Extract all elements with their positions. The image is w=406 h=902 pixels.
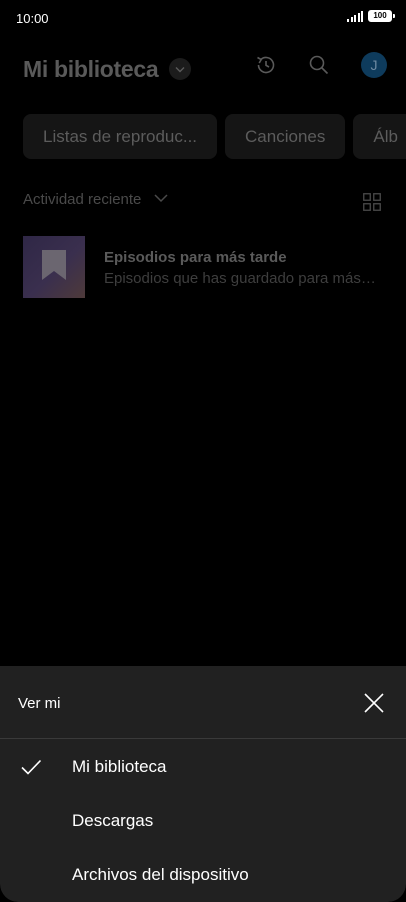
option-mi-biblioteca[interactable]: Mi biblioteca <box>0 740 406 794</box>
sort-dropdown[interactable]: Actividad reciente <box>23 190 169 208</box>
option-descargas[interactable]: Descargas <box>0 794 406 848</box>
battery-icon: 100 <box>368 10 395 22</box>
grid-view-icon[interactable] <box>363 193 381 211</box>
search-icon[interactable] <box>307 53 331 77</box>
status-icons: 100 <box>347 10 395 22</box>
option-archivos-dispositivo[interactable]: Archivos del dispositivo <box>0 848 406 902</box>
screen: 10:00 100 Mi biblioteca J Listas de repr… <box>0 0 406 902</box>
status-bar: 10:00 100 <box>0 0 406 36</box>
history-icon[interactable] <box>254 53 278 77</box>
avatar[interactable]: J <box>361 52 387 78</box>
check-icon <box>20 756 42 778</box>
item-title: Episodios para más tarde <box>104 249 287 266</box>
item-subtitle: Episodios que has guardado para más… <box>104 270 376 287</box>
signal-icon <box>347 10 363 22</box>
option-label: Archivos del dispositivo <box>72 865 249 884</box>
chip-songs[interactable]: Canciones <box>225 114 346 159</box>
chevron-down-icon[interactable] <box>169 58 191 80</box>
status-time: 10:00 <box>16 11 49 26</box>
chevron-down-icon <box>153 190 169 208</box>
item-thumbnail <box>23 236 85 298</box>
chip-playlists[interactable]: Listas de reproduc... <box>23 114 218 159</box>
camera-notch <box>178 0 228 24</box>
page-title[interactable]: Mi biblioteca <box>23 56 159 83</box>
list-item[interactable]: Episodios para más tarde Episodios que h… <box>23 236 393 299</box>
bookmark-icon <box>41 249 67 286</box>
option-label: Mi biblioteca <box>72 757 167 776</box>
option-label: Descargas <box>72 811 154 830</box>
bottom-sheet: Ver mi Mi biblioteca Descargas Archivos … <box>0 666 406 902</box>
chip-albums[interactable]: Álb <box>353 114 406 159</box>
sheet-header: Ver mi <box>0 666 406 739</box>
app-bar: Mi biblioteca J <box>0 44 406 92</box>
close-icon[interactable] <box>363 692 385 714</box>
sort-label: Actividad reciente <box>23 190 142 208</box>
sheet-title: Ver mi <box>18 695 61 712</box>
filter-chips: Listas de reproduc... Canciones Álb <box>23 114 406 159</box>
